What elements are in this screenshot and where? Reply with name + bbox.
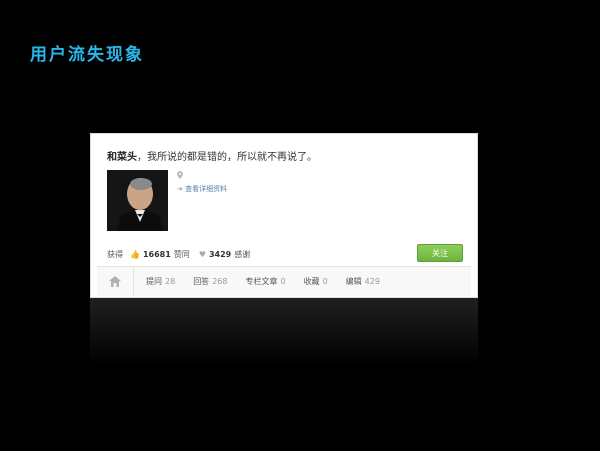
thanks-label: 感谢 [234, 250, 251, 259]
tab-count: 28 [165, 277, 176, 286]
location-row [177, 171, 183, 181]
tab-label: 回答 [193, 277, 210, 286]
tab-count: 268 [212, 277, 228, 286]
heart-icon: ♥ [198, 250, 206, 259]
view-details-link[interactable]: ➔ 查看详细资料 [177, 184, 227, 194]
tab-label: 编辑 [345, 277, 362, 286]
tab-label: 专栏文章 [245, 277, 278, 286]
slide-title: 用户流失现象 [30, 45, 144, 65]
avatar[interactable] [107, 170, 168, 231]
stats-row: 获得 👍 16681 赞同 ♥ 3429 感谢 [107, 249, 250, 260]
profile-card: 和菜头，我所说的都是错的，所以就不再说了。 ➔ 查看详细资料 获得 👍 1668… [90, 133, 478, 298]
profile-bio: ，我所说的都是错的，所以就不再说了。 [137, 152, 317, 163]
agree-count: 16681 [142, 250, 171, 259]
tab-label: 提问 [146, 277, 162, 286]
profile-tabbar: 提问 28 回答 268 专栏文章 0 收藏 0 编辑 429 [97, 266, 471, 296]
arrow-right-icon: ➔ [177, 185, 183, 193]
tab-questions[interactable]: 提问 28 [146, 276, 175, 287]
tab-answers[interactable]: 回答 268 [193, 276, 227, 287]
profile-headline: 和菜头，我所说的都是错的，所以就不再说了。 [107, 148, 317, 163]
profile-name[interactable]: 和菜头 [107, 152, 137, 163]
tab-label: 收藏 [303, 277, 320, 286]
card-reflection [90, 298, 478, 378]
location-pin-icon [177, 171, 183, 181]
tab-collections[interactable]: 收藏 0 [304, 276, 328, 287]
thanks-count: 3429 [208, 250, 232, 259]
stats-prefix: 获得 [107, 250, 123, 259]
tab-edits[interactable]: 编辑 429 [346, 276, 380, 287]
thumbs-up-icon: 👍 [130, 250, 140, 259]
agree-label: 赞同 [173, 250, 190, 259]
tab-count: 0 [280, 277, 286, 286]
tab-articles[interactable]: 专栏文章 0 [245, 276, 285, 287]
follow-button[interactable]: 关注 [417, 244, 463, 262]
tab-count: 0 [322, 277, 328, 286]
tab-count: 429 [364, 277, 380, 286]
home-tab[interactable] [97, 267, 134, 296]
home-icon [109, 272, 121, 291]
view-details-label: 查看详细资料 [185, 185, 228, 193]
